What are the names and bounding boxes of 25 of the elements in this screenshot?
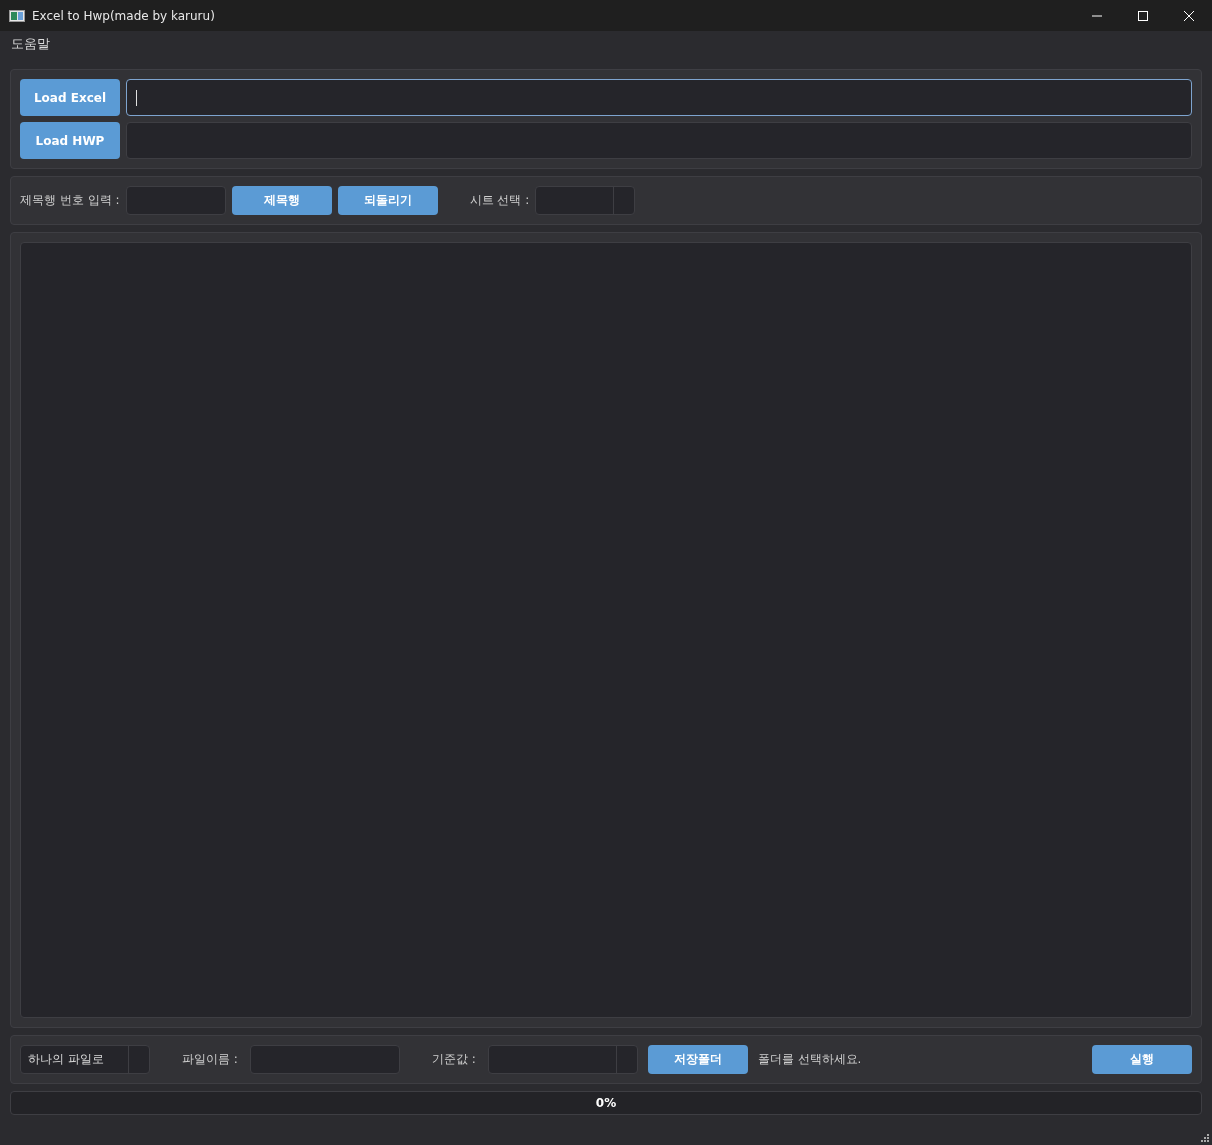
load-button[interactable]: Load Excel [20,79,120,116]
save-folder-button[interactable]: 저장폴더 [647,1045,748,1074]
close-icon [1184,10,1194,21]
sheet-dropdown[interactable] [535,186,636,215]
set-header-button[interactable]: 제목행 [231,186,332,215]
filename-field[interactable] [249,1045,400,1074]
maximize-icon [1138,10,1148,21]
header-row-label: 제목행 번호 입력 : [20,192,120,209]
undo-button[interactable]: 되돌리기 [337,186,438,215]
header-row-field[interactable] [125,186,226,215]
window-title: Excel to Hwp(made by karuru) [32,8,215,23]
filename-label: 파일이름 : [182,1051,238,1068]
progress-reading: 0% [595,1096,617,1110]
resize-grip-icon[interactable] [1201,1134,1209,1142]
run-button[interactable]: 실행 [1092,1045,1192,1074]
sheet-label: 시트 선택 : [469,192,530,209]
app-icon [9,9,25,22]
criteria-dropdown[interactable] [487,1045,638,1074]
mode-dropdown[interactable]: 하나의 파일로 [20,1045,150,1074]
menu-item[interactable]: 도움말 [4,33,57,55]
path-field[interactable] [126,122,1192,159]
folder-status: 폴더를 선택하세요. [757,1051,862,1068]
criteria-label: 기준값 : [431,1051,476,1068]
path-field[interactable] [126,79,1192,116]
load-button[interactable]: Load HWP [20,122,120,159]
